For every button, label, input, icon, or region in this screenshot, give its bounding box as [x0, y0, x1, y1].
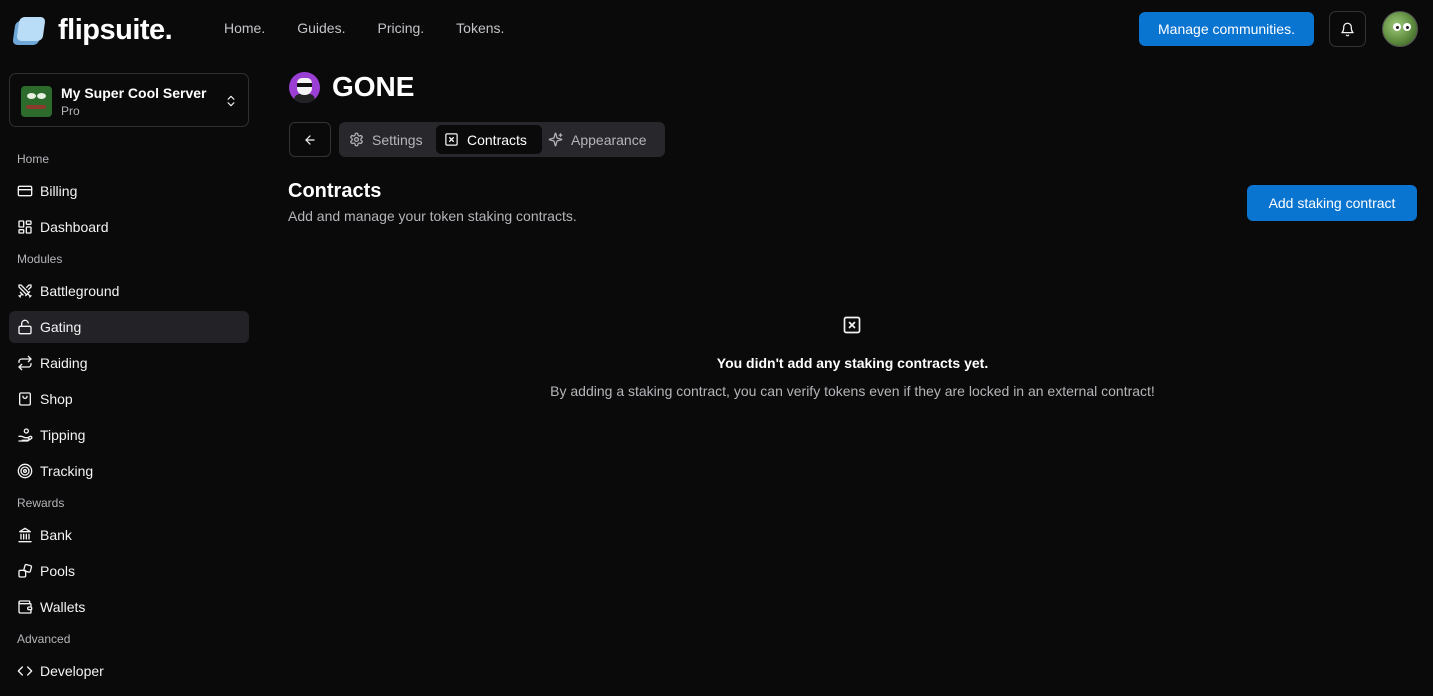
landmark-icon: [18, 527, 32, 543]
section-title: Contracts: [288, 180, 382, 202]
sidebar-item-label: Pools: [40, 563, 76, 579]
tab-label: Settings: [372, 131, 423, 148]
sidebar-item-developer[interactable]: Developer: [9, 655, 249, 687]
sparkles-icon: [548, 132, 563, 147]
boxes-icon: [18, 563, 33, 578]
nav-link-tokens[interactable]: Tokens.: [456, 20, 504, 36]
sidebar-item-dashboard[interactable]: Dashboard: [9, 211, 249, 243]
sidebar-item-raiding[interactable]: Raiding: [9, 347, 249, 379]
add-staking-contract-button[interactable]: Add staking contract: [1247, 185, 1417, 221]
gear-icon: [350, 132, 363, 147]
tab-appearance[interactable]: Appearance: [548, 125, 660, 154]
square-x-icon: [843, 316, 861, 334]
repeat-icon: [18, 355, 32, 371]
section-label-advanced: Advanced: [17, 632, 71, 646]
back-button[interactable]: [289, 122, 331, 157]
sidebar-item-gating[interactable]: Gating: [9, 311, 249, 343]
sidebar-item-bank[interactable]: Bank: [9, 519, 249, 551]
sidebar-item-tipping[interactable]: Tipping: [9, 419, 249, 451]
sidebar-item-label: Dashboard: [40, 219, 109, 235]
sidebar-item-label: Wallets: [40, 599, 86, 615]
empty-state-title: You didn't add any staking contracts yet…: [716, 355, 989, 371]
square-x-icon: [445, 133, 458, 146]
server-switcher[interactable]: My Super Cool Server Pro: [9, 73, 249, 127]
chevrons-up-down-icon: [227, 95, 235, 107]
lock-open-icon: [18, 319, 32, 335]
nav-link-pricing[interactable]: Pricing.: [377, 20, 424, 36]
credit-card-icon: [17, 185, 33, 197]
tab-bar: Settings Contracts Appearance: [339, 122, 665, 157]
nav-link-home[interactable]: Home.: [224, 20, 265, 36]
section-label-home: Home: [17, 152, 50, 166]
swords-icon: [18, 284, 32, 298]
empty-state-description: By adding a staking contract, you can ve…: [550, 383, 1155, 399]
coins-hand-icon: [18, 428, 33, 442]
sidebar-item-label: Bank: [40, 527, 72, 543]
server-name: My Super Cool Server: [61, 85, 207, 101]
sidebar-item-tracking[interactable]: Tracking: [9, 455, 249, 487]
tab-settings[interactable]: Settings: [349, 125, 434, 154]
sidebar-item-billing[interactable]: Billing: [9, 175, 249, 207]
tab-label: Appearance: [571, 131, 647, 148]
section-subtitle: Add and manage your token staking contra…: [288, 208, 577, 224]
page-title: GONE: [332, 71, 415, 102]
section-label-rewards: Rewards: [17, 496, 65, 510]
code-icon: [17, 666, 33, 676]
logo-text: flipsuite.: [58, 14, 173, 46]
sidebar-item-label: Battleground: [40, 283, 120, 299]
tab-contracts[interactable]: Contracts: [436, 125, 542, 154]
nav-link-guides[interactable]: Guides.: [297, 20, 345, 36]
section-label-modules: Modules: [17, 252, 63, 266]
sidebar-item-pools[interactable]: Pools: [9, 555, 249, 587]
project-avatar: [289, 72, 320, 103]
tab-label: Contracts: [467, 131, 527, 148]
logo[interactable]: flipsuite.: [12, 14, 173, 47]
sidebar-item-label: Tracking: [40, 463, 94, 479]
top-bar: flipsuite. Home. Guides. Pricing. Tokens…: [0, 0, 1433, 58]
top-nav: Home. Guides. Pricing. Tokens.: [224, 20, 504, 36]
user-avatar[interactable]: [1382, 11, 1418, 47]
dashboard-icon: [18, 220, 32, 234]
sidebar-item-label: Gating: [40, 319, 82, 335]
wallet-icon: [18, 600, 33, 614]
sidebar-item-label: Developer: [40, 663, 104, 679]
sidebar-item-label: Tipping: [40, 427, 86, 443]
server-plan: Pro: [61, 104, 80, 118]
arrow-left-icon: [305, 134, 315, 145]
notifications-button[interactable]: [1329, 11, 1366, 47]
sidebar-item-label: Shop: [40, 391, 73, 407]
main-content: GONE Settings Contracts Appearance Contr…: [288, 58, 1418, 696]
sidebar-item-label: Billing: [40, 183, 78, 199]
manage-communities-button[interactable]: Manage communities.: [1139, 12, 1314, 46]
target-icon: [17, 463, 33, 479]
server-avatar: [21, 86, 52, 117]
sidebar-item-shop[interactable]: Shop: [9, 383, 249, 415]
bell-icon: [1341, 22, 1354, 36]
sidebar-item-battleground[interactable]: Battleground: [9, 275, 249, 307]
flipsuite-logo-icon: [12, 16, 46, 46]
sidebar: My Super Cool Server Pro Home Billing Da…: [0, 58, 258, 696]
sidebar-item-wallets[interactable]: Wallets: [9, 591, 249, 623]
sidebar-item-label: Raiding: [40, 355, 88, 371]
shopping-bag-icon: [19, 392, 31, 406]
